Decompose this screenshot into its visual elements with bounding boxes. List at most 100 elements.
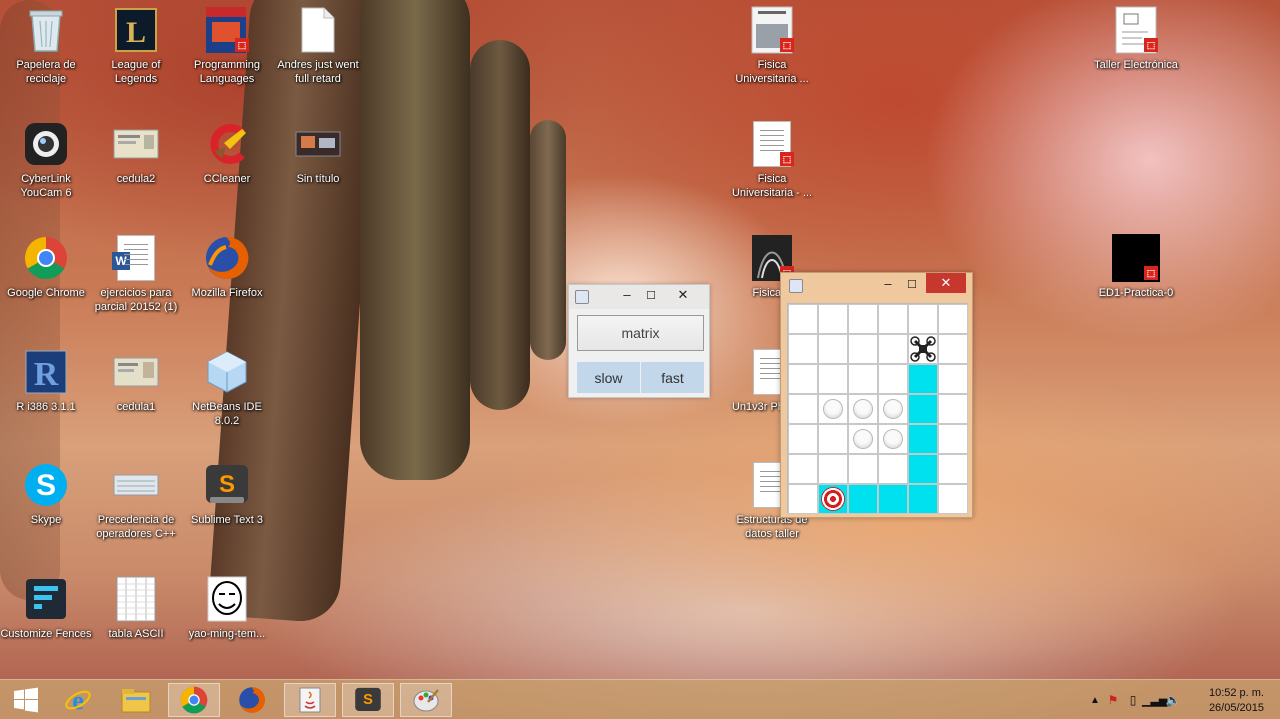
grid-cell-obstacle — [848, 394, 878, 424]
desktop-icon-r[interactable]: R R i386 3.1.1 — [0, 348, 92, 414]
desktop-icon-sin-titulo[interactable]: Sin título — [272, 120, 364, 186]
desktop-icon-recycle-bin[interactable]: Papelera de reciclaje — [0, 6, 92, 86]
desktop-icon-sublime-text[interactable]: S Sublime Text 3 — [181, 461, 273, 527]
wallpaper-tree-trunk — [207, 0, 383, 624]
grid-cell-empty — [818, 364, 848, 394]
obstacle-circle-icon — [823, 399, 843, 419]
grid-cell-empty — [908, 304, 938, 334]
desktop-icon-label: yao-ming-tem... — [188, 628, 266, 640]
desktop-icon-skype[interactable]: S Skype — [0, 461, 92, 527]
volume-icon[interactable]: 🔈 — [1162, 693, 1184, 707]
title-bar[interactable]: – ☐ ✕ — [569, 285, 709, 309]
slow-button[interactable]: slow — [577, 362, 640, 393]
desktop-icon-programming-languages[interactable]: ⬚ Programming Languages — [181, 6, 273, 86]
desktop-icon-tabla-ascii[interactable]: tabla ASCII — [90, 575, 182, 641]
grid-cell-empty — [788, 424, 818, 454]
webcam-icon — [22, 120, 70, 168]
league-of-legends-icon: L — [112, 6, 160, 54]
maximize-button[interactable]: ☐ — [902, 278, 922, 291]
grid-cell-obstacle — [848, 424, 878, 454]
title-bar[interactable]: – ☐ ✕ — [781, 273, 972, 299]
desktop-icon-mozilla-firefox[interactable]: Mozilla Firefox — [181, 234, 273, 300]
taskbar-java[interactable] — [284, 683, 336, 717]
system-tray: ▲ ⚑ ▯ ▁▃▅ 🔈 — [1088, 680, 1184, 719]
grid-cell-path — [908, 394, 938, 424]
grid-cell-empty — [938, 334, 968, 364]
sublime-text-icon: S — [355, 687, 381, 711]
skype-icon: S — [22, 461, 70, 509]
grid-cell-empty — [938, 484, 968, 514]
desktop-icon-league-of-legends[interactable]: L League of Legends — [90, 6, 182, 86]
chrome-icon — [22, 234, 70, 282]
matrix-control-window[interactable]: – ☐ ✕ matrix slow fast — [568, 284, 710, 398]
file-explorer-icon — [121, 689, 151, 713]
action-center-flag-icon[interactable]: ⚑ — [1102, 693, 1124, 707]
paint-icon — [413, 689, 439, 712]
grid-cell-empty — [788, 484, 818, 514]
desktop-icon-precedencia[interactable]: Precedencia de operadores C++ — [90, 461, 182, 541]
java-icon — [789, 279, 803, 293]
svg-text:S: S — [219, 471, 235, 498]
grid-cell-obstacle — [878, 394, 908, 424]
show-hidden-icons-icon[interactable]: ▲ — [1088, 695, 1102, 706]
grid-cell-path — [908, 484, 938, 514]
close-button[interactable]: ✕ — [926, 273, 966, 293]
wallpaper-tree-trunk — [360, 0, 470, 480]
desktop-icon-label: R i386 3.1.1 — [16, 401, 76, 413]
desktop-icon-cedula1[interactable]: cedula1 — [90, 348, 182, 414]
desktop-icon-fences[interactable]: Customize Fences — [0, 575, 92, 641]
close-button[interactable]: ✕ — [673, 287, 693, 303]
desktop-icon-yao-ming[interactable]: yao-ming-tem... — [181, 575, 273, 641]
desktop-icon-label: CyberLink YouCam 6 — [20, 173, 72, 199]
obstacle-circle-icon — [883, 399, 903, 419]
grid-cell-path — [848, 484, 878, 514]
r-language-icon: R — [22, 348, 70, 396]
clock[interactable]: 10:52 p. m. 26/05/2015 — [1209, 686, 1264, 716]
taskbar-internet-explorer[interactable]: e — [52, 683, 104, 717]
desktop-icon-label: ejercicios para parcial 20152 (1) — [94, 287, 178, 313]
desktop-icon-youcam[interactable]: CyberLink YouCam 6 — [0, 120, 92, 200]
grid-cell-empty — [788, 364, 818, 394]
desktop-icon-fisica-universitaria-2[interactable]: ⬚ Fisica Universitaria - ... — [726, 120, 818, 200]
desktop-icon-google-chrome[interactable]: Google Chrome — [0, 234, 92, 300]
grid-window[interactable]: – ☐ ✕ — [780, 272, 973, 518]
battery-icon[interactable]: ▯ — [1124, 693, 1142, 707]
desktop-icon-taller-electronica[interactable]: ⬚ Taller Electrónica — [1090, 6, 1182, 72]
taskbar-paint[interactable] — [400, 683, 452, 717]
maximize-button[interactable]: ☐ — [641, 289, 661, 302]
desktop-icon-cedula2[interactable]: cedula2 — [90, 120, 182, 186]
grid-cell-empty — [788, 394, 818, 424]
grid-cell-obstacle — [878, 424, 908, 454]
desktop-icon-label: Papelera de reciclaje — [16, 59, 76, 85]
desktop-icon-label: Google Chrome — [7, 287, 85, 299]
desktop-icon-ejercicios[interactable]: W ejercicios para parcial 20152 (1) — [90, 234, 182, 314]
taskbar-file-explorer[interactable] — [110, 683, 162, 717]
desktop-icon-label: Sublime Text 3 — [191, 514, 263, 526]
svg-text:L: L — [126, 16, 146, 49]
start-button[interactable] — [0, 683, 52, 717]
minimize-button[interactable]: – — [878, 276, 898, 291]
fast-button[interactable]: fast — [641, 362, 704, 393]
ccleaner-icon — [203, 120, 251, 168]
svg-text:R: R — [34, 356, 59, 393]
firefox-icon — [203, 234, 251, 282]
grid-cell-empty — [878, 304, 908, 334]
desktop-icon-netbeans[interactable]: NetBeans IDE 8.0.2 — [181, 348, 273, 428]
desktop-icon-fisica-universitaria-1[interactable]: ⬚ Fisica Universitaria ... — [726, 6, 818, 86]
obstacle-circle-icon — [853, 429, 873, 449]
taskbar-firefox[interactable] — [226, 683, 278, 717]
grid-cell-empty — [818, 454, 848, 484]
desktop-icon-ccleaner[interactable]: CCleaner — [181, 120, 273, 186]
matrix-button[interactable]: matrix — [577, 315, 704, 351]
desktop-icon-andres[interactable]: Andres just went full retard — [272, 6, 364, 86]
desktop-icon-ed1-practica[interactable]: ⬚ ED1-Practica-0 — [1090, 234, 1182, 300]
taskbar-chrome[interactable] — [168, 683, 220, 717]
desktop-icon-label: cedula1 — [116, 401, 156, 413]
network-signal-icon[interactable]: ▁▃▅ — [1142, 694, 1167, 707]
grid-cell-empty — [788, 334, 818, 364]
taskbar-sublime[interactable]: S — [342, 683, 394, 717]
grid-cell-empty — [878, 364, 908, 394]
desktop-icon-label: ED1-Practica-0 — [1098, 287, 1174, 299]
minimize-button[interactable]: – — [617, 287, 637, 302]
netbeans-icon — [203, 348, 251, 396]
